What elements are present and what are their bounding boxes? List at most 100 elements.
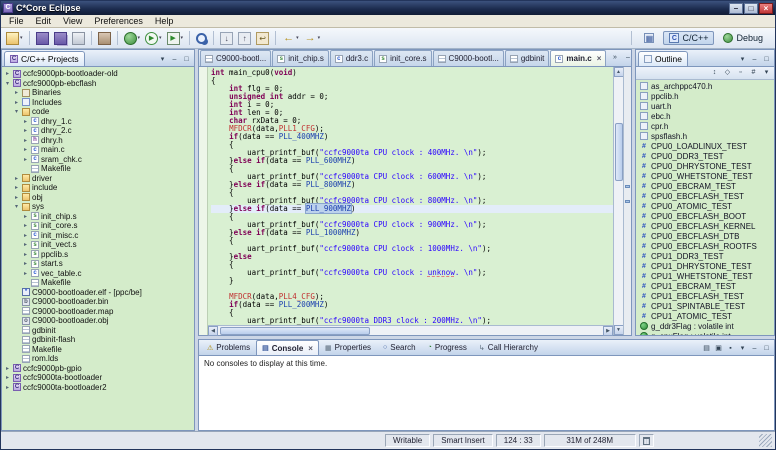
tree-item[interactable]: rom.lds bbox=[2, 354, 194, 364]
editor-tab-ddr3-c[interactable]: ddr3.c bbox=[330, 50, 373, 66]
tab-call-hierarchy[interactable]: ↳Call Hierarchy bbox=[473, 340, 544, 355]
tree-item[interactable]: C9000-bootloader.map bbox=[2, 307, 194, 317]
outline-item[interactable]: CPU1_WHETSTONE_TEST bbox=[636, 271, 774, 281]
occurrence-mark[interactable] bbox=[625, 185, 630, 188]
view-menu-icon[interactable]: ▾ bbox=[761, 68, 772, 79]
code-line[interactable]: }else if(data == PLL_900MHZ) bbox=[211, 205, 613, 213]
tree-item[interactable]: ▸Includes bbox=[2, 98, 194, 108]
sort-icon[interactable]: ↕ bbox=[709, 68, 720, 79]
horizontal-scrollbar[interactable]: ◀ ▶ bbox=[208, 325, 613, 335]
expander-closed-icon[interactable]: ▸ bbox=[22, 232, 29, 239]
menu-edit[interactable]: Edit bbox=[30, 16, 58, 26]
expander-closed-icon[interactable]: ▸ bbox=[22, 156, 29, 163]
console-content[interactable]: No consoles to display at this time. bbox=[199, 356, 774, 430]
tab-overflow-icon[interactable]: » bbox=[609, 53, 620, 64]
outline-item[interactable]: CPU0_EBCFLASH_BOOT bbox=[636, 211, 774, 221]
tree-item[interactable]: ▸init_vect.s bbox=[2, 240, 194, 250]
expander-open-icon[interactable]: ▾ bbox=[4, 80, 11, 87]
dropdown-arrow-icon[interactable]: ▾ bbox=[296, 35, 299, 41]
scroll-up-icon[interactable]: ▲ bbox=[614, 67, 624, 77]
outline-item[interactable]: uart.h bbox=[636, 101, 774, 111]
view-menu-icon[interactable]: ▾ bbox=[157, 55, 168, 66]
code-line[interactable]: if(data == PLL_400MHZ) bbox=[211, 133, 613, 141]
expander-open-icon[interactable]: ▾ bbox=[13, 108, 20, 115]
menu-file[interactable]: File bbox=[3, 16, 30, 26]
tree-item[interactable]: gdbinit-flash bbox=[2, 335, 194, 345]
outline-item[interactable]: CPU0_EBCFLASH_KERNEL bbox=[636, 221, 774, 231]
editor-gutter[interactable] bbox=[199, 67, 208, 335]
code-line[interactable]: int main_cpu0(void) bbox=[211, 69, 613, 77]
scroll-right-icon[interactable]: ▶ bbox=[603, 326, 613, 336]
expander-closed-icon[interactable]: ▸ bbox=[22, 146, 29, 153]
pin-console-icon[interactable]: ▪ bbox=[725, 344, 736, 355]
expander-closed-icon[interactable]: ▸ bbox=[13, 184, 20, 191]
tree-item[interactable]: ▸ccfc9000pb-bootloader-old bbox=[2, 69, 194, 79]
forward-button[interactable]: →▾ bbox=[302, 29, 323, 47]
save-button[interactable] bbox=[34, 29, 51, 47]
editor-tab-main-c[interactable]: main.c× bbox=[550, 50, 606, 66]
code-line[interactable]: }else if(data == PLL_600MHZ) bbox=[211, 157, 613, 165]
code-line[interactable]: uart_printf_buf("ccfc9000ta CPU clock : … bbox=[211, 269, 613, 277]
outline-item[interactable]: CPU1_DHRYSTONE_TEST bbox=[636, 261, 774, 271]
outline-item[interactable]: CPU0_EBCFLASH_ROOTFS bbox=[636, 241, 774, 251]
hide-static-members-icon[interactable]: ▫ bbox=[735, 68, 746, 79]
minimize-view-icon[interactable]: – bbox=[749, 344, 760, 355]
code-line[interactable]: }else if(data == PLL_800MHZ) bbox=[211, 181, 613, 189]
dropdown-arrow-icon[interactable]: ▾ bbox=[181, 35, 184, 41]
tree-item[interactable]: ▸dhry_2.c bbox=[2, 126, 194, 136]
vertical-scrollbar[interactable]: ▲ ▼ bbox=[613, 67, 623, 335]
tree-item[interactable]: ▸ccfc9000ta-bootloader bbox=[2, 373, 194, 383]
dropdown-arrow-icon[interactable]: ▾ bbox=[159, 35, 162, 41]
tree-item[interactable]: ▸ccfc9000pb-gpio bbox=[2, 364, 194, 374]
dropdown-arrow-icon[interactable]: ▾ bbox=[20, 35, 23, 41]
menu-view[interactable]: View bbox=[57, 16, 88, 26]
tree-item[interactable]: ▸init_core.s bbox=[2, 221, 194, 231]
search-button[interactable] bbox=[194, 29, 209, 47]
view-menu-icon[interactable]: ▾ bbox=[737, 55, 748, 66]
tree-item[interactable]: ▾sys bbox=[2, 202, 194, 212]
code-line[interactable]: } bbox=[211, 277, 613, 285]
tree-item[interactable]: ▸init_misc.c bbox=[2, 231, 194, 241]
code-line[interactable]: }else bbox=[211, 253, 613, 261]
horizontal-scroll-thumb[interactable] bbox=[220, 327, 370, 335]
print-button[interactable] bbox=[70, 29, 87, 47]
expander-closed-icon[interactable]: ▸ bbox=[13, 175, 20, 182]
back-button[interactable]: ←▾ bbox=[280, 29, 301, 47]
close-tab-icon[interactable]: × bbox=[308, 344, 313, 353]
expander-closed-icon[interactable]: ▸ bbox=[4, 374, 11, 381]
tree-item[interactable]: ▸dhry.h bbox=[2, 136, 194, 146]
tab-search[interactable]: ○Search bbox=[377, 340, 422, 355]
tree-item[interactable]: ▸obj bbox=[2, 193, 194, 203]
tree-item[interactable]: ▸sram_chk.c bbox=[2, 155, 194, 165]
vertical-scroll-thumb[interactable] bbox=[615, 123, 623, 181]
save-all-button[interactable] bbox=[52, 29, 69, 47]
code-editor[interactable]: int main_cpu0(void){ int flg = 0; unsign… bbox=[208, 67, 613, 325]
tree-item[interactable]: ▸ppclib.s bbox=[2, 250, 194, 260]
tree-item[interactable]: gdbinit bbox=[2, 326, 194, 336]
tree-item[interactable]: ▸Binaries bbox=[2, 88, 194, 98]
outline-item[interactable]: CPU0_DDR3_TEST bbox=[636, 151, 774, 161]
maximize-button[interactable]: □ bbox=[744, 3, 758, 14]
code-line[interactable]: if(data == PLL_200MHZ) bbox=[211, 301, 613, 309]
editor-tab-c9000-bootl-[interactable]: C9000-bootl... bbox=[433, 50, 504, 66]
maximize-view-icon[interactable]: □ bbox=[761, 344, 772, 355]
expander-closed-icon[interactable]: ▸ bbox=[13, 99, 20, 106]
tree-item[interactable]: ▸vec_table.c bbox=[2, 269, 194, 279]
menu-preferences[interactable]: Preferences bbox=[88, 16, 149, 26]
minimize-view-icon[interactable]: – bbox=[749, 55, 760, 66]
perspective-cpp[interactable]: C C/C++ bbox=[663, 31, 714, 45]
external-tools-button[interactable]: ▶▾ bbox=[165, 29, 186, 47]
outline-item[interactable]: cpr.h bbox=[636, 121, 774, 131]
occurrence-mark[interactable] bbox=[625, 200, 630, 203]
outline-item[interactable]: g_ddr3Flag : volatile int bbox=[636, 321, 774, 331]
code-line[interactable]: uart_printf_buf("ccfc9000ta DDR3 clock :… bbox=[211, 317, 613, 325]
tree-item[interactable]: ▸init_chip.s bbox=[2, 212, 194, 222]
expander-closed-icon[interactable]: ▸ bbox=[22, 213, 29, 220]
tree-item[interactable]: Makefile bbox=[2, 345, 194, 355]
code-line[interactable]: }else if(data == PLL_1000MHZ) bbox=[211, 229, 613, 237]
tree-item[interactable]: ▸ccfc9000ta-bootloader2 bbox=[2, 383, 194, 393]
outline-item[interactable]: CPU0_LOADLINUX_TEST bbox=[636, 141, 774, 151]
minimize-view-icon[interactable]: – bbox=[169, 55, 180, 66]
run-button[interactable]: ▶▾ bbox=[143, 29, 164, 47]
display-console-icon[interactable]: ▤ bbox=[701, 344, 712, 355]
